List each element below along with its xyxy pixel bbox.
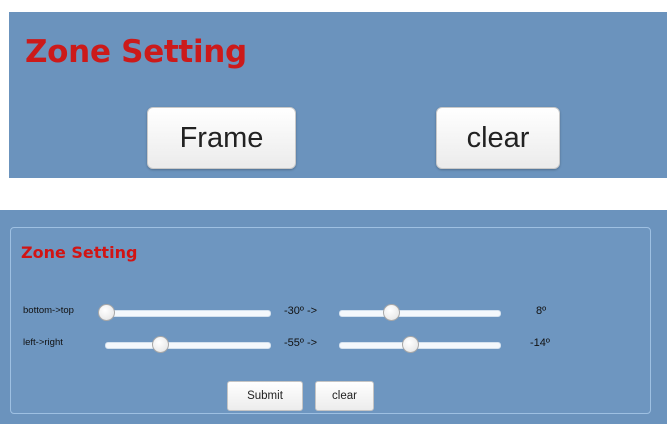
bottom-top-end-value: 8º (536, 305, 547, 317)
bottom-top-start-slider[interactable] (98, 304, 271, 321)
left-right-start-slider[interactable] (105, 336, 271, 353)
left-right-label: left->right (23, 337, 63, 348)
left-right-end-slider[interactable] (339, 336, 501, 353)
zone-setting-form: Zone Setting bottom->top -30º -> 8º left… (10, 227, 651, 414)
bottom-top-start-value: -30º -> (284, 305, 318, 317)
clear-form-button[interactable]: clear (315, 381, 374, 411)
submit-button[interactable]: Submit (227, 381, 303, 411)
clear-button[interactable]: clear (436, 107, 560, 169)
bottom-top-end-slider[interactable] (339, 304, 501, 321)
left-right-end-value: -14º (530, 337, 550, 349)
zone-setting-panel-small: Zone Setting bottom->top -30º -> 8º left… (0, 210, 667, 424)
bottom-top-end-handle[interactable] (383, 304, 401, 321)
zone-setting-form-title: Zone Setting (21, 243, 138, 262)
bottom-top-start-handle[interactable] (98, 304, 115, 321)
zone-setting-title: Zone Setting (25, 34, 247, 70)
left-right-start-handle[interactable] (152, 336, 170, 353)
frame-button[interactable]: Frame (147, 107, 296, 169)
bottom-top-label: bottom->top (23, 305, 74, 316)
left-right-start-value: -55º -> (284, 337, 318, 349)
zone-setting-panel-large: Zone Setting Frame clear (9, 12, 667, 178)
left-right-end-handle[interactable] (402, 336, 420, 353)
